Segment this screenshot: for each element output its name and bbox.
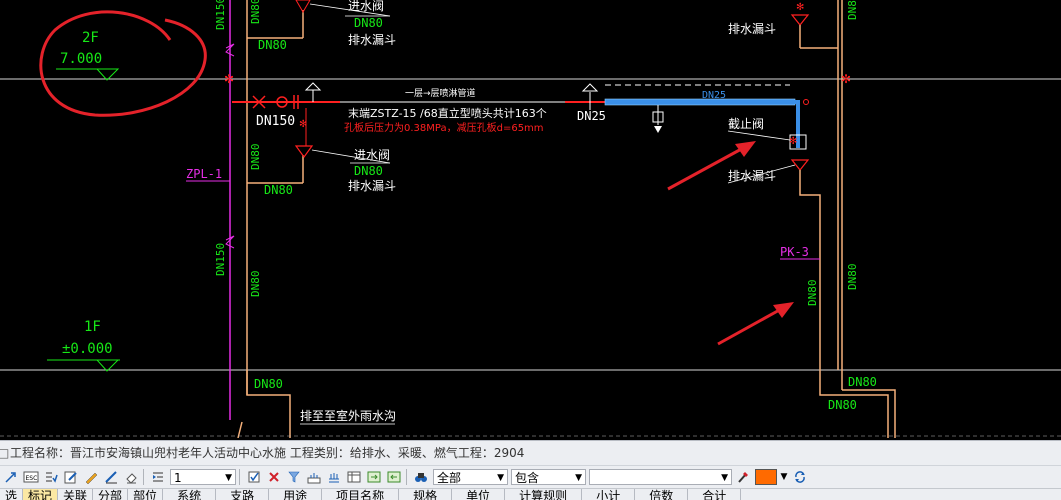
eraser-icon[interactable] <box>122 468 140 486</box>
level-2f-value: 7.000 <box>60 51 102 67</box>
column-header-purpose[interactable]: 用途 <box>269 489 323 500</box>
dn25-pipe <box>604 98 796 106</box>
line-draw-icon[interactable] <box>102 468 120 486</box>
measure-icon[interactable] <box>305 468 323 486</box>
canvas-background <box>0 0 1061 438</box>
binoculars-icon[interactable] <box>412 468 430 486</box>
discharge-label: 排至至室外雨水沟 <box>300 408 396 423</box>
dn80-right-mid: DN80 <box>846 264 859 291</box>
checkbox-icon[interactable] <box>245 468 263 486</box>
column-header-subtotal[interactable]: 小计 <box>582 489 636 500</box>
dn25-pipe-label: DN25 <box>702 90 726 101</box>
tab-mark[interactable]: 标记 <box>23 489 59 500</box>
floor-drain-mid: 排水漏斗 <box>348 179 396 193</box>
column-header-total[interactable]: 合计 <box>688 489 742 500</box>
column-header-branch[interactable]: 支路 <box>216 489 270 500</box>
dn150-label: DN150 <box>256 114 295 129</box>
dn80-mid-label: DN80 <box>354 164 383 178</box>
pressure-spec: 孔板后压力为0.38MPa，减压孔板d=65mm <box>344 121 544 134</box>
level-2f-name: 2F <box>82 30 99 46</box>
project-info-text: 工程名称：晋江市安海镇山兜村老年人活动中心水施 工程类别：给排水、采暖、燃气工程… <box>10 446 525 460</box>
edit-pointer-icon[interactable] <box>2 468 20 486</box>
bottom-tab-strip: 选 标记 关联 分部 部位 系统 支路 用途 项目名称 规格 单位 计算规则 小… <box>0 488 1061 500</box>
mode-select[interactable]: 包含 ▼ <box>511 469 586 485</box>
grid-icon[interactable] <box>325 468 343 486</box>
chevron-down-icon[interactable]: ▼ <box>779 468 789 486</box>
chevron-down-icon: ▼ <box>721 473 728 483</box>
svg-text:ESC: ESC <box>26 475 38 482</box>
tab-division[interactable]: 分部 <box>93 489 129 500</box>
toolbar-separator <box>239 469 240 485</box>
inlet-valve-top: 进水阀 <box>348 0 384 13</box>
pk3-label: PK-3 <box>780 245 809 259</box>
shutoff-valve-label: 截止阀 <box>728 117 764 131</box>
dn80-pk3-label: DN80 <box>806 280 819 307</box>
list-check-icon[interactable] <box>42 468 60 486</box>
level-1f-value: ±0.000 <box>62 341 113 357</box>
scope-select-value: 全部 <box>437 471 462 485</box>
column-header-unit[interactable]: 单位 <box>452 489 506 500</box>
toolbar-separator <box>406 469 407 485</box>
dn80-right-low-2: DN80 <box>848 375 877 389</box>
project-status-bar: □工程名称：晋江市安海镇山兜村老年人活动中心水施 工程类别：给排水、采暖、燃气工… <box>0 440 1061 466</box>
dn80-right-low-3: DN80 <box>828 398 857 412</box>
filter-icon[interactable] <box>285 468 303 486</box>
layer-select-value: 1 <box>174 471 182 485</box>
column-header-multiplier[interactable]: 倍数 <box>635 489 689 500</box>
level-1f-name: 1F <box>84 319 101 335</box>
color-swatch[interactable] <box>755 469 777 485</box>
status-bar-icon: □ <box>0 446 10 460</box>
dn80-top-label-2: DN80 <box>258 38 287 52</box>
escape-icon[interactable]: ESC <box>22 468 40 486</box>
floor-drain-top: 排水漏斗 <box>348 33 396 47</box>
bottom-toolbar: ESC 1 ▼ 全部 ▼ 包含 ▼ ▼ ▼ <box>0 465 1061 488</box>
column-header-system[interactable]: 系统 <box>163 489 217 500</box>
top-right-marker: ✻ <box>796 2 804 13</box>
layer-select[interactable]: 1 ▼ <box>170 469 236 485</box>
tab-link[interactable]: 关联 <box>58 489 94 500</box>
refresh-icon[interactable] <box>791 468 809 486</box>
dn80-lower: DN80 <box>249 271 262 298</box>
scope-select[interactable]: 全部 ▼ <box>433 469 508 485</box>
riser-marker: ✻ <box>224 72 234 86</box>
table-icon[interactable] <box>345 468 363 486</box>
dn80-bottom: DN80 <box>254 377 283 391</box>
edit-form-icon[interactable] <box>62 468 80 486</box>
chevron-down-icon: ▼ <box>575 473 582 483</box>
sprinkler-spec: 末端ZSTZ-15 /68直立型喷头共计163个 <box>348 106 547 120</box>
cad-application: ✻ ✻ 2F 7.000 1F ±0.000 DN150 DN80 DN80 进… <box>0 0 1061 500</box>
dn150-top-label: DN150 <box>214 0 227 30</box>
dn150-mid: DN150 <box>214 243 227 276</box>
mode-select-value: 包含 <box>515 471 540 485</box>
floor-drain-right-top: 排水漏斗 <box>728 22 776 36</box>
filter-input[interactable]: ▼ <box>589 469 732 485</box>
dn80-mid-2: DN80 <box>264 183 293 197</box>
riser-marker-right: ✻ <box>841 72 851 86</box>
export-icon[interactable] <box>365 468 383 486</box>
chevron-down-icon: ▼ <box>497 473 504 483</box>
pipe-title: 一层→层喷淋管道 <box>405 87 476 99</box>
drawing-canvas[interactable]: ✻ ✻ 2F 7.000 1F ±0.000 DN150 DN80 DN80 进… <box>0 0 1061 438</box>
import-icon[interactable] <box>385 468 403 486</box>
dn80-top-label-1: DN80 <box>249 0 262 24</box>
valve-marker: ✻ <box>789 136 797 147</box>
pen-icon[interactable] <box>82 468 100 486</box>
column-header-calc-rule[interactable]: 计算规则 <box>505 489 583 500</box>
dn80-mid: DN80 <box>249 144 262 171</box>
column-header-spec[interactable]: 规格 <box>399 489 453 500</box>
column-header-item-name[interactable]: 项目名称 <box>322 489 400 500</box>
dn25-label: DN25 <box>577 109 606 123</box>
paint-brush-icon[interactable] <box>734 468 752 486</box>
test-valve-marker: ✻ <box>299 119 307 130</box>
dn80-top-label-3: DN80 <box>354 16 383 30</box>
zpl1-label: ZPL-1 <box>186 167 222 181</box>
dn80-far-right: DN80 <box>846 0 859 20</box>
indent-icon[interactable] <box>149 468 167 486</box>
toolbar-separator <box>143 469 144 485</box>
chevron-down-icon: ▼ <box>225 473 232 483</box>
tab-select[interactable]: 选 <box>0 489 24 500</box>
delete-icon[interactable] <box>265 468 283 486</box>
tab-location[interactable]: 部位 <box>128 489 164 500</box>
